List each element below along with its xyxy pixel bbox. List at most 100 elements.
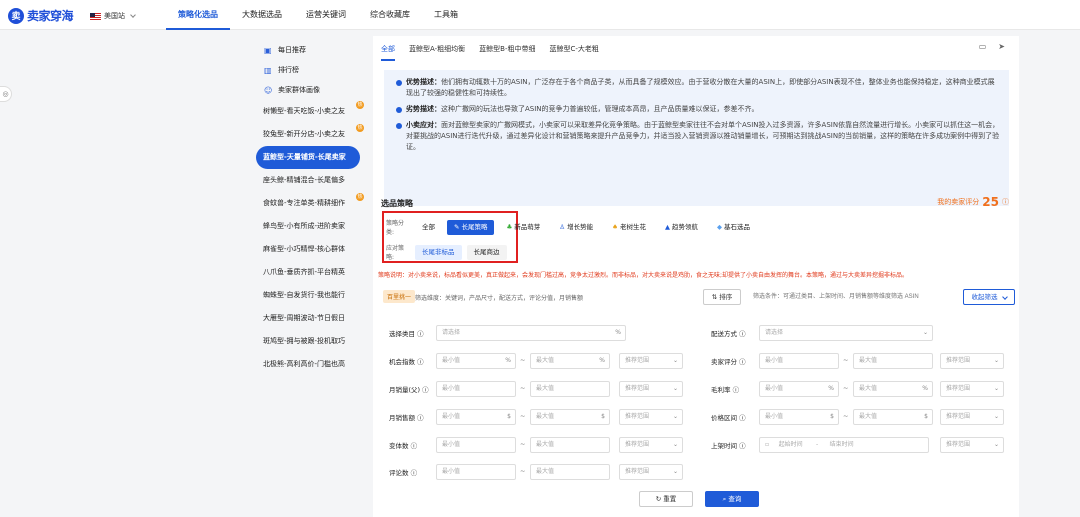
msales-max-input[interactable]: 最大值: [530, 381, 610, 397]
chip-old-tree[interactable]: ♠ 老树生花: [605, 220, 653, 235]
variants-min-input[interactable]: 最小值: [436, 437, 516, 453]
mrev-recommend-select[interactable]: 推荐范围 ⌄: [619, 409, 683, 425]
calendar-icon: ▣: [264, 45, 272, 55]
delivery-select[interactable]: 请选择 ⌄: [759, 325, 933, 341]
segment-item[interactable]: 食蚊兽-专注单类-精耕细作 热: [256, 192, 366, 215]
segment-item[interactable]: 大雁型-周期波动-节日假日: [256, 307, 366, 330]
filter-tag: 百里挑一: [383, 290, 416, 303]
filter-variants-row: 变体数 ⓘ 最小值 ~ 最大值 推荐范围 ⌄: [389, 437, 709, 453]
segment-description: 优势描述：他们拥有动辄数十万的ASIN，广泛存在于各个商品子类，从而具备了规模效…: [384, 70, 1009, 206]
margin-min-input[interactable]: 最小值%: [759, 381, 839, 397]
chip-all[interactable]: 全部: [415, 220, 442, 235]
category-select[interactable]: 请选择%: [436, 325, 626, 341]
desc-title: 优势描述：: [406, 78, 441, 86]
segment-item[interactable]: 狡兔型-新开分店-小卖之友 热: [256, 123, 366, 146]
chip-growth[interactable]: ♙ 增长势能: [552, 220, 600, 235]
tab-all[interactable]: 全部: [381, 44, 395, 61]
filter-search-input[interactable]: [753, 289, 955, 305]
pen-icon: ✎: [454, 222, 460, 231]
margin-recommend-select[interactable]: 推荐范围 ⌄: [940, 381, 1004, 397]
sidebar-leaderboard[interactable]: ▥ 排行榜: [256, 60, 366, 80]
tab-tools: ▭ ➤: [979, 42, 1005, 51]
nav-toolbox[interactable]: 工具箱: [422, 0, 470, 30]
variants-recommend-select[interactable]: 推荐范围 ⌄: [619, 437, 683, 453]
segment-item[interactable]: 蜂鸟型-小有所成-进阶卖家: [256, 215, 366, 238]
segment-item[interactable]: 北极熊-高利高价-门槛也高: [256, 353, 366, 376]
opp-recommend-select[interactable]: 推荐范围 ⌄: [619, 353, 683, 369]
segment-item[interactable]: 八爪鱼-垂质齐抓-平台精英: [256, 261, 366, 284]
desc-weakness: 劣势描述：这种广撒网的玩法也导致了ASIN的竞争力普遍较低，管理成本高昂，且产品…: [396, 104, 1000, 115]
msales-recommend-select[interactable]: 推荐范围 ⌄: [619, 381, 683, 397]
expand-panel-handle[interactable]: ◎: [0, 86, 12, 102]
chip-longtail[interactable]: ✎ 长尾策略: [447, 219, 495, 235]
chip-longtail-nonstandard[interactable]: 长尾非标品: [415, 244, 462, 260]
subtype-tabs: 全部 蓝鲸型A-粗细均衡 蓝鲸型B-粗中带细 蓝鲸型C-大老粗: [381, 44, 599, 61]
reviews-max-input[interactable]: 最大值: [530, 464, 610, 480]
segment-label: 蜂鸟型-小有所成-进阶卖家: [263, 222, 346, 230]
response-label: 应对策略:: [386, 245, 405, 261]
filter-seller-score-row: 卖家评分 ⓘ 最小值 ~ 最大值 推荐范围 ⌄: [711, 353, 1011, 369]
segment-label: 斑鸠型-拥与被跟-投机取巧: [263, 337, 346, 345]
market-selector[interactable]: 美国站: [90, 11, 136, 21]
category-label: 策略分类:: [386, 220, 405, 236]
share-icon[interactable]: ➤: [998, 42, 1005, 51]
mrev-min-input[interactable]: 最小值 $: [436, 409, 516, 425]
price-min-input[interactable]: 最小值 $: [759, 409, 839, 425]
segment-label: 蓝鲸型-天量铺货-长尾卖家: [263, 153, 346, 161]
variants-max-input[interactable]: 最大值: [530, 437, 610, 453]
filter-listed-time-row: 上架时间 ⓘ ▫ 起始时间 - 结束时间 推荐范围 ⌄: [711, 437, 1011, 453]
segment-item[interactable]: 树懒型-看天吃饭-小卖之友 热: [256, 100, 366, 123]
book-icon[interactable]: ▭: [979, 42, 987, 51]
bullet-icon: [396, 80, 402, 86]
msales-min-input[interactable]: 最小值: [436, 381, 516, 397]
segment-item[interactable]: 蜘蛛型-自发货行-我也能行: [256, 284, 366, 307]
search-row: 百里挑一 筛选维度：关键词，产品尺寸，配送方式，评论分值，月销售额 ⇅ 排序 收…: [383, 289, 1015, 307]
tab-bluewhale-b[interactable]: 蓝鲸型B-粗中带细: [479, 44, 535, 61]
range-tilde: ~: [843, 412, 849, 420]
chip-longtail-edge[interactable]: 长尾商边: [466, 244, 507, 260]
desc-title: 劣势描述：: [406, 105, 441, 113]
reviews-recommend-select[interactable]: 推荐范围 ⌄: [619, 464, 683, 480]
segment-item[interactable]: 斑鸠型-拥与被跟-投机取巧: [256, 330, 366, 353]
mrev-max-input[interactable]: 最大值 $: [530, 409, 610, 425]
tab-bluewhale-c[interactable]: 蓝鲸型C-大老粗: [550, 44, 599, 61]
chip-trend[interactable]: ▲ 趋势领航: [658, 220, 705, 235]
logo[interactable]: 卖 卖家穿海: [8, 7, 74, 24]
nav-favorites[interactable]: 综合收藏库: [358, 0, 422, 30]
tree-icon: ♠: [612, 222, 618, 231]
nav-big-data-selection[interactable]: 大数据选品: [230, 0, 294, 30]
chip-new-sprout[interactable]: ♣ 新品萌芽: [499, 220, 547, 235]
listed-recommend-select[interactable]: 推荐范围 ⌄: [940, 437, 1004, 453]
desc-text: 这种广撒网的玩法也导致了ASIN的竞争力普遍较低，管理成本高昂，且产品质量难以保…: [441, 105, 759, 113]
sidebar-daily-recommend[interactable]: ▣ 每日推荐: [256, 40, 366, 60]
segment-item-active[interactable]: 蓝鲸型-天量铺货-长尾卖家: [256, 146, 360, 169]
chip-cornerstone[interactable]: ◆ 基石选品: [710, 220, 757, 235]
seller-max-input[interactable]: 最大值: [853, 353, 933, 369]
opp-max-input[interactable]: 最大值%: [530, 353, 610, 369]
tab-bluewhale-a[interactable]: 蓝鲸型A-粗细均衡: [409, 44, 465, 61]
reviews-min-input[interactable]: 最小值: [436, 464, 516, 480]
seller-recommend-select[interactable]: 推荐范围 ⌄: [940, 353, 1004, 369]
margin-max-input[interactable]: 最大值%: [853, 381, 933, 397]
segment-item[interactable]: 麻雀型-小巧精悍-核心群体: [256, 238, 366, 261]
range-tilde: ~: [520, 440, 526, 448]
reset-button[interactable]: ↻ 重置: [639, 491, 693, 507]
price-max-input[interactable]: 最大值 $: [853, 409, 933, 425]
filter-margin-row: 毛利率 ⓘ 最小值% ~ 最大值% 推荐范围 ⌄: [711, 381, 1011, 397]
price-recommend-select[interactable]: 推荐范围 ⌄: [940, 409, 1004, 425]
query-button[interactable]: ⌕ 查询: [705, 491, 759, 507]
nav-keywords[interactable]: 运营关键词: [294, 0, 358, 30]
listed-date-range[interactable]: ▫ 起始时间 - 结束时间: [759, 437, 929, 453]
sort-button[interactable]: ⇅ 排序: [703, 289, 741, 305]
compass-icon: ◎: [2, 90, 9, 98]
nav-strategy-selection[interactable]: 策略化选品: [166, 0, 230, 30]
sidebar-seller-profile[interactable]: ☺ 卖家群体画像: [256, 80, 366, 100]
range-tilde: ~: [843, 356, 849, 364]
top-bar: 卖 卖家穿海 美国站 策略化选品 大数据选品 运营关键词 综合收藏库 工具箱: [0, 0, 1080, 30]
segment-label: 麻雀型-小巧精悍-核心群体: [263, 245, 346, 253]
seller-min-input[interactable]: 最小值: [759, 353, 839, 369]
collapse-filter-button[interactable]: 收起筛选: [963, 289, 1015, 305]
segment-item[interactable]: 座头鲸-精铺混合-长尾偏多: [256, 169, 366, 192]
info-icon[interactable]: ⓘ: [1002, 197, 1009, 207]
opp-min-input[interactable]: 最小值%: [436, 353, 516, 369]
